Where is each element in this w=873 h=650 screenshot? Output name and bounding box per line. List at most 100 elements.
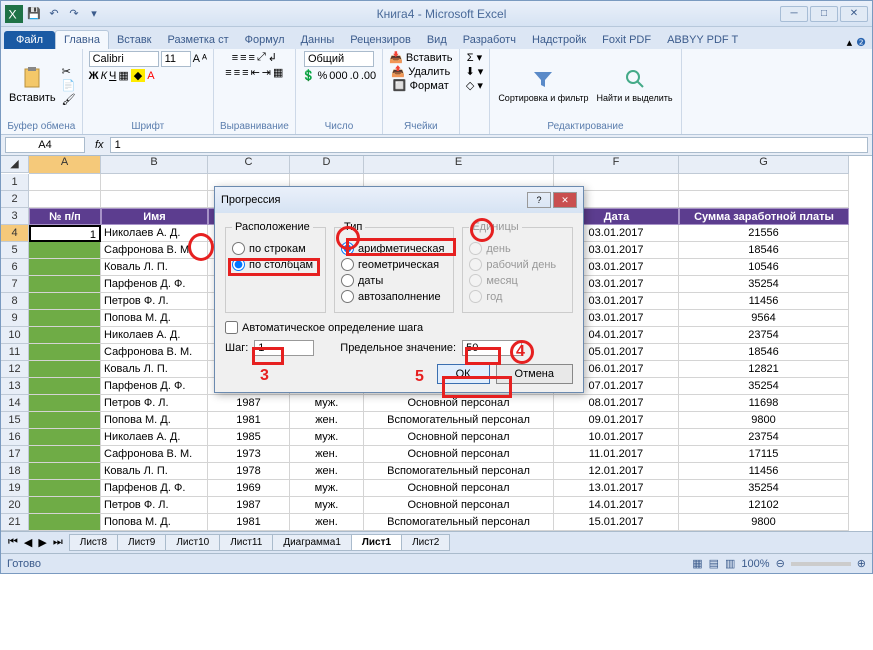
file-tab[interactable]: Файл [4, 31, 55, 49]
cell[interactable] [29, 395, 101, 412]
cell[interactable] [29, 480, 101, 497]
col-header-A[interactable]: A [29, 156, 101, 174]
cell[interactable]: Сафронова В. М. [101, 446, 208, 463]
cell[interactable] [29, 327, 101, 344]
cell[interactable]: 35254 [679, 480, 849, 497]
cell[interactable]: Основной персонал [364, 446, 554, 463]
minimize-button[interactable]: ─ [780, 6, 808, 22]
tab-addins[interactable]: Надстройк [524, 31, 594, 49]
cell[interactable]: Петров Ф. Л. [101, 395, 208, 412]
wrap-icon[interactable]: ↲ [268, 51, 277, 64]
cell[interactable]: 13.01.2017 [554, 480, 679, 497]
paste-button[interactable]: Вставить [7, 64, 58, 106]
cell[interactable]: 1 [29, 225, 101, 242]
cell[interactable]: 23754 [679, 429, 849, 446]
fill-icon[interactable]: ⬇ ▾ [466, 65, 484, 78]
row-header[interactable]: 16 [1, 429, 29, 446]
sheet-tab[interactable]: Лист2 [401, 534, 450, 551]
cell[interactable]: 10.01.2017 [554, 429, 679, 446]
row-header[interactable]: 7 [1, 276, 29, 293]
cell[interactable] [29, 497, 101, 514]
row-header[interactable]: 20 [1, 497, 29, 514]
cell[interactable] [29, 446, 101, 463]
zoom-slider[interactable] [791, 562, 851, 566]
cell[interactable]: Петров Ф. Л. [101, 293, 208, 310]
cell[interactable]: Николаев А. Д. [101, 429, 208, 446]
view-break-icon[interactable]: ▥ [725, 557, 735, 570]
cell[interactable]: 9800 [679, 412, 849, 429]
cut-icon[interactable]: ✂ [62, 65, 76, 78]
cell[interactable]: 1969 [208, 480, 290, 497]
checkbox-autostep[interactable]: Автоматическое определение шага [225, 321, 573, 334]
cell[interactable]: 1978 [208, 463, 290, 480]
sheet-nav-next-icon[interactable]: ▶ [35, 536, 49, 549]
radio-by-rows[interactable]: по строкам [232, 242, 319, 255]
cell[interactable]: муж. [290, 429, 364, 446]
cell[interactable] [29, 344, 101, 361]
clear-icon[interactable]: ◇ ▾ [466, 79, 483, 92]
cell[interactable] [29, 276, 101, 293]
cell[interactable]: 08.01.2017 [554, 395, 679, 412]
radio-by-cols[interactable]: по столбцам [232, 258, 319, 271]
sheet-nav-first-icon[interactable]: ⏮ [5, 536, 21, 549]
tab-review[interactable]: Рецензиров [342, 31, 419, 49]
cell[interactable]: Николаев А. Д. [101, 327, 208, 344]
cell[interactable] [29, 242, 101, 259]
italic-button[interactable]: К [101, 70, 107, 82]
format-cells[interactable]: 🔲 Формат [393, 79, 449, 92]
cell[interactable]: муж. [290, 395, 364, 412]
cell[interactable]: 15.01.2017 [554, 514, 679, 531]
tab-view[interactable]: Вид [419, 31, 455, 49]
align-right-icon[interactable]: ≡ [242, 67, 248, 79]
cell[interactable]: 1987 [208, 497, 290, 514]
ok-button[interactable]: ОК [437, 364, 490, 384]
maximize-button[interactable]: □ [810, 6, 838, 22]
col-header-F[interactable]: F [554, 156, 679, 174]
cell[interactable]: Вспомогательный персонал [364, 514, 554, 531]
sheet-nav-prev-icon[interactable]: ◀ [21, 536, 35, 549]
indent-dec-icon[interactable]: ⇤ [251, 66, 260, 79]
cell[interactable] [29, 463, 101, 480]
sort-filter-button[interactable]: Сортировка и фильтр [496, 65, 590, 105]
cell[interactable]: 35254 [679, 378, 849, 395]
sheet-tab[interactable]: Диаграмма1 [272, 534, 352, 551]
tab-abbyy[interactable]: ABBYY PDF T [659, 31, 746, 49]
col-header-E[interactable]: E [364, 156, 554, 174]
align-mid-icon[interactable]: ≡ [240, 52, 246, 64]
font-size[interactable]: 11 [161, 51, 191, 67]
row-header[interactable]: 9 [1, 310, 29, 327]
tab-formulas[interactable]: Формул [237, 31, 293, 49]
tab-developer[interactable]: Разработч [455, 31, 524, 49]
sheet-nav-last-icon[interactable]: ⏭ [50, 536, 69, 549]
cell[interactable] [29, 514, 101, 531]
cell[interactable]: 1973 [208, 446, 290, 463]
font-name[interactable]: Calibri [89, 51, 159, 67]
row-header[interactable]: 13 [1, 378, 29, 395]
col-header-B[interactable]: B [101, 156, 208, 174]
underline-button[interactable]: Ч [109, 70, 116, 82]
col-header-C[interactable]: C [208, 156, 290, 174]
border-icon[interactable]: ▦ [118, 69, 128, 82]
cell[interactable]: муж. [290, 497, 364, 514]
row-header[interactable]: 2 [1, 191, 29, 208]
save-icon[interactable]: 💾 [25, 5, 43, 23]
formula-bar[interactable]: 1 [110, 137, 868, 153]
view-normal-icon[interactable]: ▦ [692, 557, 702, 570]
sheet-tab[interactable]: Лист1 [351, 534, 402, 551]
row-header[interactable]: 10 [1, 327, 29, 344]
cell[interactable]: 11.01.2017 [554, 446, 679, 463]
number-format[interactable]: Общий [304, 51, 374, 67]
cell[interactable]: 18546 [679, 242, 849, 259]
bold-button[interactable]: Ж [89, 70, 99, 82]
row-header[interactable]: 18 [1, 463, 29, 480]
cell[interactable]: Вспомогательный персонал [364, 463, 554, 480]
cell[interactable]: Коваль Л. П. [101, 259, 208, 276]
cell[interactable]: жен. [290, 412, 364, 429]
cell[interactable] [29, 259, 101, 276]
dialog-close-button[interactable]: ✕ [553, 192, 577, 208]
indent-inc-icon[interactable]: ⇥ [262, 66, 271, 79]
cell[interactable]: 9800 [679, 514, 849, 531]
cell[interactable]: Коваль Л. П. [101, 463, 208, 480]
cell[interactable]: Попова М. Д. [101, 514, 208, 531]
merge-icon[interactable]: ▦ [273, 66, 283, 79]
